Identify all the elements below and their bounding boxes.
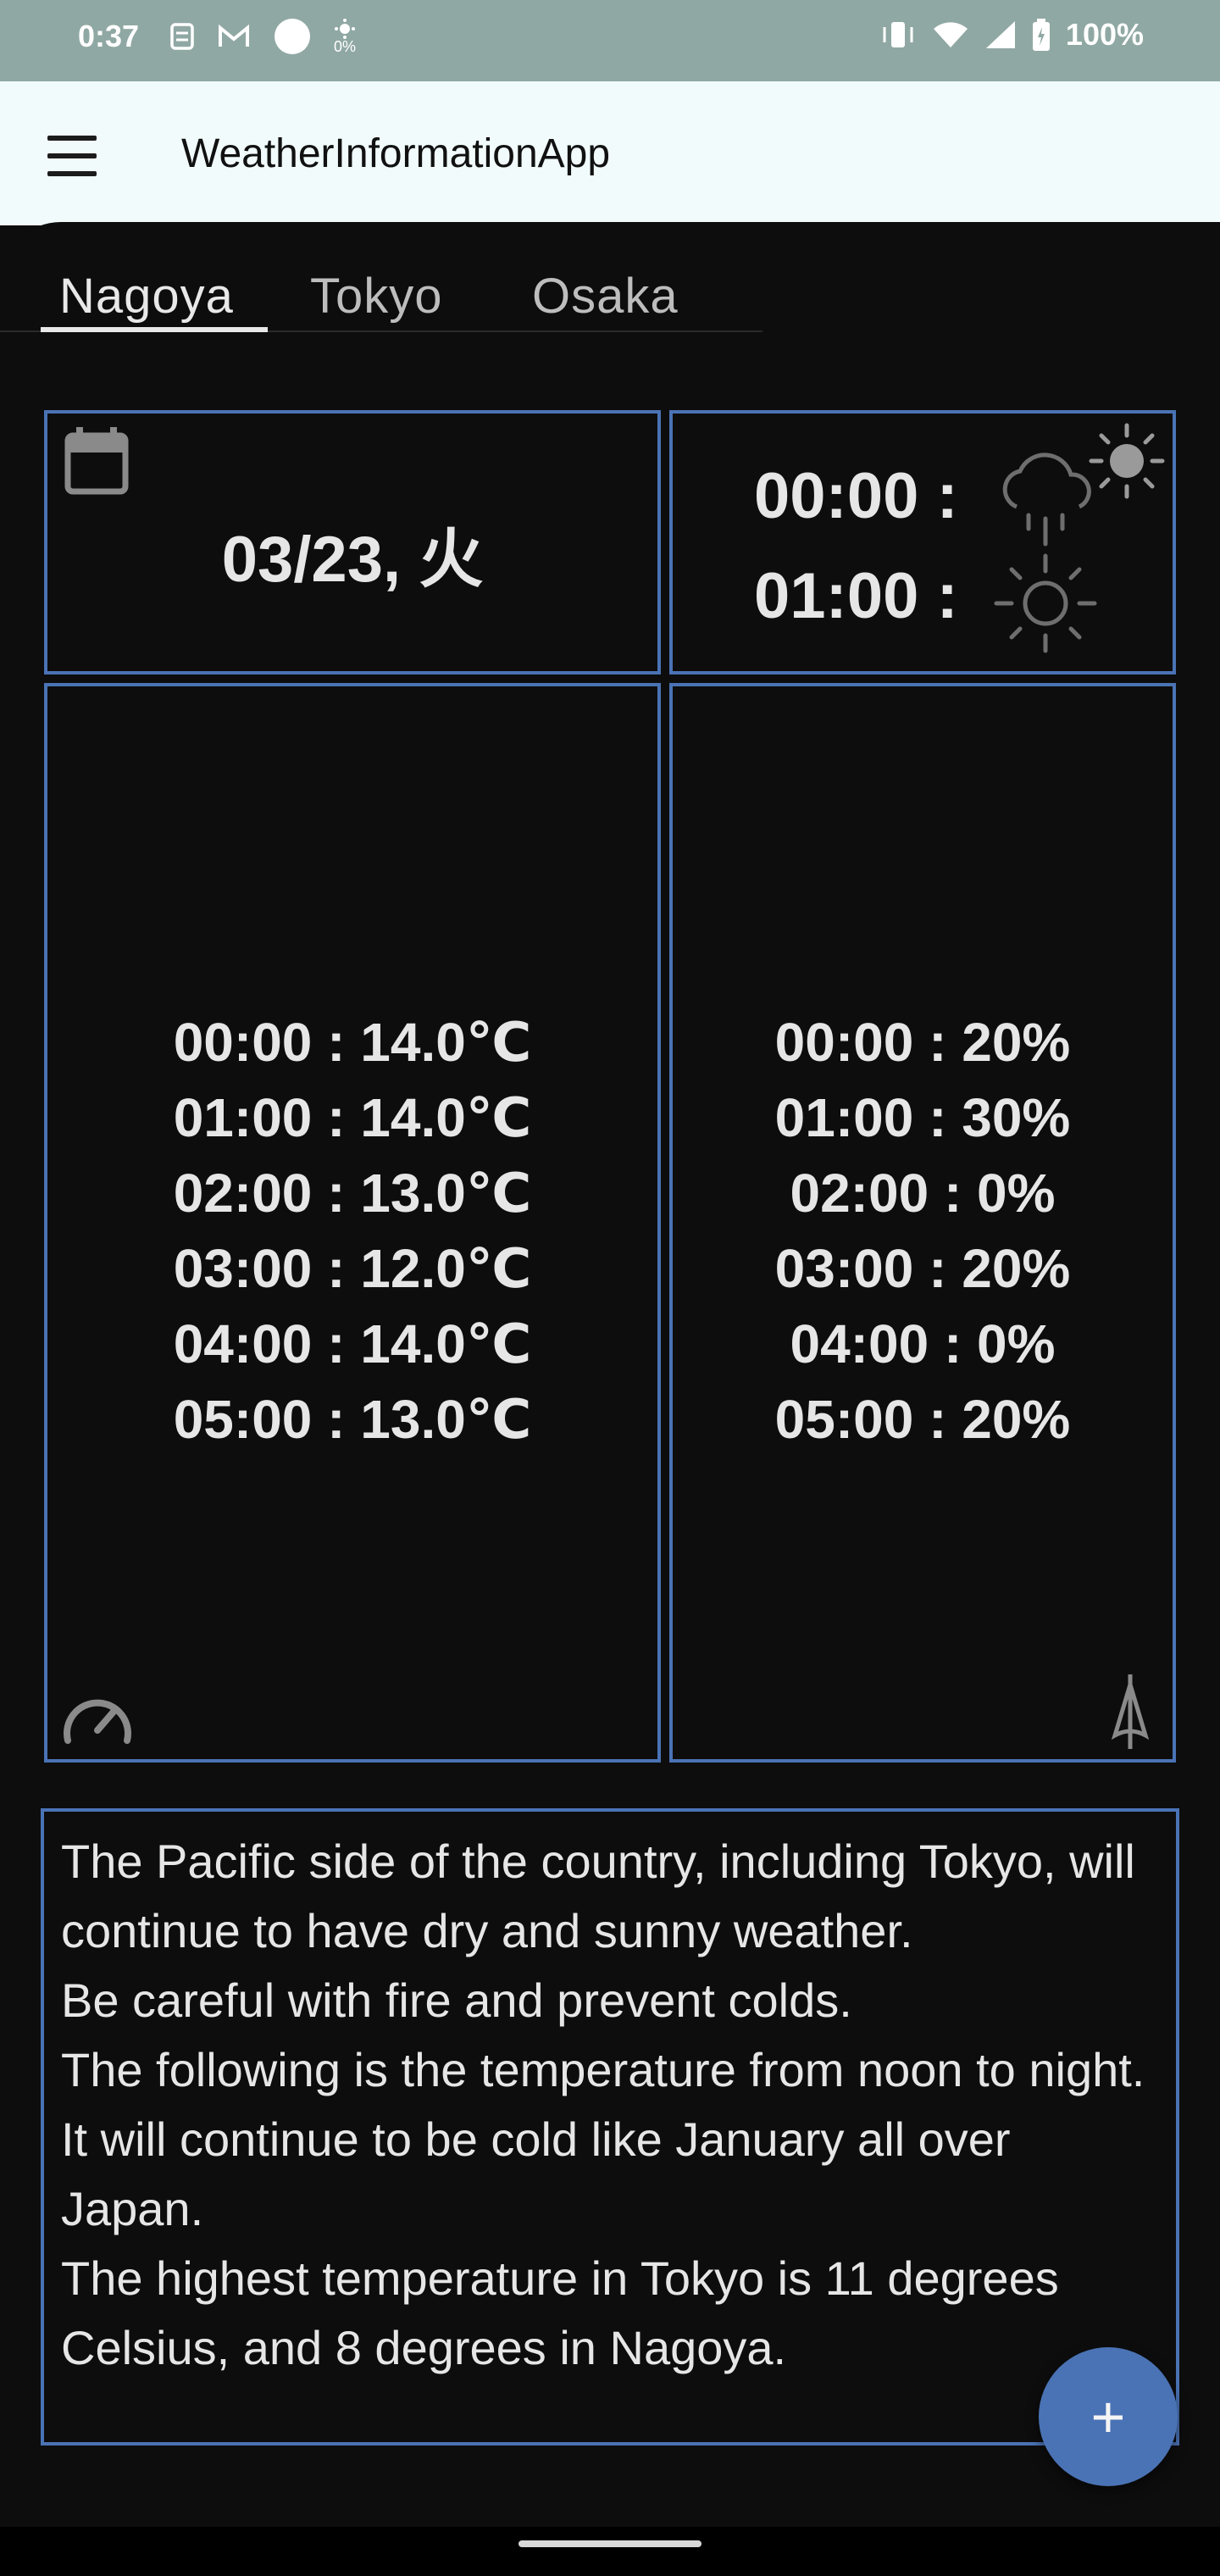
sim-icon <box>170 23 194 50</box>
precipitation-card: 00:00 : 20% 01:00 : 30% 02:00 : 0% 03:00… <box>669 683 1176 1763</box>
precipitation-item: 00:00 : 20% <box>774 1012 1071 1073</box>
circle-icon <box>274 19 310 54</box>
notification-icons: 0% <box>169 17 356 56</box>
status-bar: 0:37 0% 100% <box>0 0 1220 81</box>
battery-icon <box>1032 19 1050 51</box>
sun-outline-icon <box>994 553 1097 653</box>
tab-nagoya[interactable]: Nagoya <box>59 268 234 325</box>
temperature-item: 02:00 : 13.0℃ <box>173 1163 532 1224</box>
vibrate-icon <box>883 22 913 47</box>
forecast-line: The highest temperature in Tokyo is 11 d… <box>61 2251 1059 2374</box>
weather-time-row: 01:00 : <box>754 560 958 632</box>
temperature-item: 00:00 : 14.0℃ <box>173 1012 532 1073</box>
date-card: 03/23, 火 <box>44 410 661 675</box>
precipitation-item: 02:00 : 0% <box>790 1163 1056 1224</box>
temperature-list: 00:00 : 14.0℃ 01:00 : 14.0℃ 02:00 : 13.0… <box>47 1005 657 1457</box>
city-tabs: Nagoya Tokyo Osaka <box>0 263 762 332</box>
weather-time-row: 00:00 : <box>754 460 958 532</box>
umbrella-icon <box>1111 1674 1150 1749</box>
app-bar: WeatherInformationApp <box>0 81 1220 225</box>
precipitation-item: 05:00 : 20% <box>774 1389 1071 1450</box>
tab-osaka[interactable]: Osaka <box>532 268 679 325</box>
temperature-item: 04:00 : 14.0℃ <box>173 1313 532 1374</box>
navigation-bar <box>0 2527 1220 2576</box>
brightness-icon <box>335 19 355 39</box>
system-icons: 100% <box>879 17 1144 53</box>
forecast-line: The Pacific side of the country, includi… <box>61 1835 1135 1957</box>
battery-percentage: 100% <box>1065 17 1144 52</box>
temperature-item: 01:00 : 14.0℃ <box>173 1087 532 1148</box>
date-label: 03/23, 火 <box>221 524 484 596</box>
temperature-item: 05:00 : 13.0℃ <box>173 1389 532 1450</box>
precipitation-item: 03:00 : 20% <box>774 1238 1071 1299</box>
precipitation-list: 00:00 : 20% 01:00 : 30% 02:00 : 0% 03:00… <box>673 1005 1173 1457</box>
brightness-label: 0% <box>334 38 357 55</box>
gmail-icon <box>219 24 249 47</box>
hamburger-menu-icon[interactable] <box>42 130 102 181</box>
precipitation-item: 04:00 : 0% <box>790 1313 1056 1374</box>
weather-card: 00:00 : 01:00 : <box>669 410 1176 675</box>
temperature-item: 03:00 : 12.0℃ <box>173 1238 532 1299</box>
precipitation-item: 01:00 : 30% <box>774 1087 1071 1148</box>
forecast-line: It will continue to be cold like January… <box>61 2112 1011 2235</box>
status-time: 0:37 <box>78 19 140 53</box>
plus-icon: + <box>1090 2384 1126 2450</box>
temperature-card: 00:00 : 14.0℃ 01:00 : 14.0℃ 02:00 : 13.0… <box>44 683 661 1763</box>
active-tab-indicator <box>41 327 268 332</box>
rain-snow-cloud-icon <box>1002 452 1091 547</box>
signal-icon <box>985 21 1015 48</box>
add-button[interactable]: + <box>1039 2347 1178 2486</box>
forecast-line: The following is the temperature from no… <box>61 2043 1145 2096</box>
brightness-indicator: 0% <box>334 19 356 54</box>
app-title: WeatherInformationApp <box>181 131 611 176</box>
wifi-icon <box>933 22 968 47</box>
forecast-line: Be careful with fire and prevent colds. <box>61 1974 852 2027</box>
speedometer-icon <box>64 1699 131 1744</box>
forecast-text: The Pacific side of the country, includi… <box>61 1827 1161 2383</box>
forecast-card: The Pacific side of the country, includi… <box>41 1808 1179 2446</box>
home-indicator[interactable] <box>518 2540 702 2547</box>
tab-tokyo[interactable]: Tokyo <box>310 268 443 325</box>
calendar-icon <box>64 427 129 495</box>
